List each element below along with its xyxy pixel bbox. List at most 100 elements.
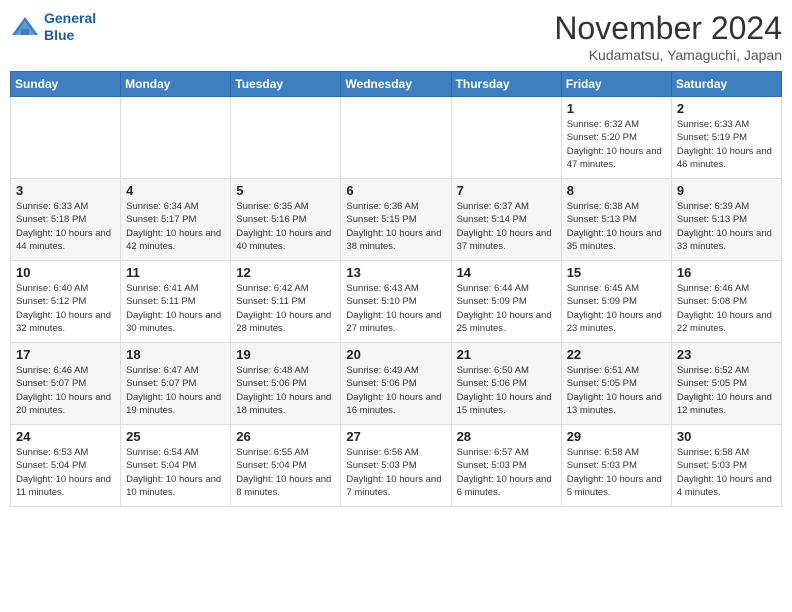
calendar-cell: 10Sunrise: 6:40 AM Sunset: 5:12 PM Dayli… xyxy=(11,261,121,343)
day-detail: Sunrise: 6:47 AM Sunset: 5:07 PM Dayligh… xyxy=(126,364,225,417)
calendar-cell: 11Sunrise: 6:41 AM Sunset: 5:11 PM Dayli… xyxy=(121,261,231,343)
day-detail: Sunrise: 6:35 AM Sunset: 5:16 PM Dayligh… xyxy=(236,200,335,253)
calendar-cell xyxy=(341,97,451,179)
day-detail: Sunrise: 6:38 AM Sunset: 5:13 PM Dayligh… xyxy=(567,200,666,253)
calendar-cell: 1 Sunrise: 6:32 AM Sunset: 5:20 PM Daylig… xyxy=(561,97,671,179)
day-detail: Sunrise: 6:49 AM Sunset: 5:06 PM Dayligh… xyxy=(346,364,445,417)
weekday-header: Sunday xyxy=(11,72,121,97)
day-number: 1 xyxy=(567,101,666,116)
day-detail: Sunrise: 6:36 AM Sunset: 5:15 PM Dayligh… xyxy=(346,200,445,253)
day-detail: Sunrise: 6:52 AM Sunset: 5:05 PM Dayligh… xyxy=(677,364,776,417)
calendar-cell: 12 Sunrise: 6:42 AM Sunset: 5:11 PM Dayli… xyxy=(231,261,341,343)
day-detail: Sunrise: 6:41 AM Sunset: 5:11 PM Dayligh… xyxy=(126,282,225,335)
day-number: 5 xyxy=(236,183,335,198)
day-number: 15 xyxy=(567,265,666,280)
calendar-cell: 18 Sunrise: 6:47 AM Sunset: 5:07 PM Dayli… xyxy=(121,343,231,425)
calendar-cell: 28 Sunrise: 6:57 AM Sunset: 5:03 PM Dayli… xyxy=(451,425,561,507)
day-detail: Sunrise: 6:46 AM Sunset: 5:07 PM Dayligh… xyxy=(16,364,115,417)
day-detail: Sunrise: 6:37 AM Sunset: 5:14 PM Dayligh… xyxy=(457,200,556,253)
day-number: 6 xyxy=(346,183,445,198)
calendar-cell: 16 Sunrise: 6:46 AM Sunset: 5:08 PM Dayli… xyxy=(671,261,781,343)
day-number: 16 xyxy=(677,265,776,280)
day-detail: Sunrise: 6:33 AM Sunset: 5:18 PM Dayligh… xyxy=(16,200,115,253)
day-number: 21 xyxy=(457,347,556,362)
weekday-header: Friday xyxy=(561,72,671,97)
day-number: 2 xyxy=(677,101,776,116)
calendar-cell: 20 Sunrise: 6:49 AM Sunset: 5:06 PM Dayli… xyxy=(341,343,451,425)
weekday-header: Thursday xyxy=(451,72,561,97)
calendar-cell: 23 Sunrise: 6:52 AM Sunset: 5:05 PM Dayli… xyxy=(671,343,781,425)
calendar-cell: 8 Sunrise: 6:38 AM Sunset: 5:13 PM Daylig… xyxy=(561,179,671,261)
calendar-cell: 29 Sunrise: 6:58 AM Sunset: 5:03 PM Dayli… xyxy=(561,425,671,507)
day-detail: Sunrise: 6:57 AM Sunset: 5:03 PM Dayligh… xyxy=(457,446,556,499)
day-detail: Sunrise: 6:34 AM Sunset: 5:17 PM Dayligh… xyxy=(126,200,225,253)
day-detail: Sunrise: 6:58 AM Sunset: 5:03 PM Dayligh… xyxy=(567,446,666,499)
calendar-cell: 21Sunrise: 6:50 AM Sunset: 5:06 PM Dayli… xyxy=(451,343,561,425)
calendar-table: SundayMondayTuesdayWednesdayThursdayFrid… xyxy=(10,71,782,507)
calendar-cell: 25 Sunrise: 6:54 AM Sunset: 5:04 PM Dayli… xyxy=(121,425,231,507)
day-detail: Sunrise: 6:33 AM Sunset: 5:19 PM Dayligh… xyxy=(677,118,776,171)
day-number: 24 xyxy=(16,429,115,444)
calendar-cell: 6 Sunrise: 6:36 AM Sunset: 5:15 PM Daylig… xyxy=(341,179,451,261)
day-number: 17 xyxy=(16,347,115,362)
calendar-cell: 9 Sunrise: 6:39 AM Sunset: 5:13 PM Daylig… xyxy=(671,179,781,261)
location: Kudamatsu, Yamaguchi, Japan xyxy=(554,47,782,63)
calendar-cell: 4 Sunrise: 6:34 AM Sunset: 5:17 PM Daylig… xyxy=(121,179,231,261)
day-detail: Sunrise: 6:53 AM Sunset: 5:04 PM Dayligh… xyxy=(16,446,115,499)
day-number: 29 xyxy=(567,429,666,444)
day-detail: Sunrise: 6:46 AM Sunset: 5:08 PM Dayligh… xyxy=(677,282,776,335)
day-number: 28 xyxy=(457,429,556,444)
day-number: 25 xyxy=(126,429,225,444)
weekday-header: Saturday xyxy=(671,72,781,97)
day-detail: Sunrise: 6:48 AM Sunset: 5:06 PM Dayligh… xyxy=(236,364,335,417)
page-header: General Blue November 2024 Kudamatsu, Ya… xyxy=(10,10,782,63)
day-number: 30 xyxy=(677,429,776,444)
calendar-cell: 22Sunrise: 6:51 AM Sunset: 5:05 PM Dayli… xyxy=(561,343,671,425)
day-number: 8 xyxy=(567,183,666,198)
day-number: 14 xyxy=(457,265,556,280)
day-detail: Sunrise: 6:55 AM Sunset: 5:04 PM Dayligh… xyxy=(236,446,335,499)
day-number: 12 xyxy=(236,265,335,280)
day-number: 13 xyxy=(346,265,445,280)
day-detail: Sunrise: 6:44 AM Sunset: 5:09 PM Dayligh… xyxy=(457,282,556,335)
calendar-cell: 27Sunrise: 6:56 AM Sunset: 5:03 PM Dayli… xyxy=(341,425,451,507)
day-detail: Sunrise: 6:56 AM Sunset: 5:03 PM Dayligh… xyxy=(346,446,445,499)
calendar-cell: 7 Sunrise: 6:37 AM Sunset: 5:14 PM Daylig… xyxy=(451,179,561,261)
weekday-header: Monday xyxy=(121,72,231,97)
calendar-cell: 26 Sunrise: 6:55 AM Sunset: 5:04 PM Dayli… xyxy=(231,425,341,507)
logo-icon xyxy=(10,15,40,39)
weekday-header: Tuesday xyxy=(231,72,341,97)
day-number: 20 xyxy=(346,347,445,362)
day-number: 7 xyxy=(457,183,556,198)
day-detail: Sunrise: 6:43 AM Sunset: 5:10 PM Dayligh… xyxy=(346,282,445,335)
day-detail: Sunrise: 6:51 AM Sunset: 5:05 PM Dayligh… xyxy=(567,364,666,417)
logo: General Blue xyxy=(10,10,96,44)
calendar-cell: 2 Sunrise: 6:33 AM Sunset: 5:19 PM Daylig… xyxy=(671,97,781,179)
calendar-cell: 3 Sunrise: 6:33 AM Sunset: 5:18 PM Daylig… xyxy=(11,179,121,261)
calendar-cell: 13 Sunrise: 6:43 AM Sunset: 5:10 PM Dayli… xyxy=(341,261,451,343)
calendar-cell: 5 Sunrise: 6:35 AM Sunset: 5:16 PM Daylig… xyxy=(231,179,341,261)
day-detail: Sunrise: 6:39 AM Sunset: 5:13 PM Dayligh… xyxy=(677,200,776,253)
day-number: 9 xyxy=(677,183,776,198)
calendar-cell: 15 Sunrise: 6:45 AM Sunset: 5:09 PM Dayli… xyxy=(561,261,671,343)
day-detail: Sunrise: 6:58 AM Sunset: 5:03 PM Dayligh… xyxy=(677,446,776,499)
day-number: 26 xyxy=(236,429,335,444)
day-number: 19 xyxy=(236,347,335,362)
calendar-cell xyxy=(121,97,231,179)
calendar-cell: 17 Sunrise: 6:46 AM Sunset: 5:07 PM Dayli… xyxy=(11,343,121,425)
calendar-cell: 19 Sunrise: 6:48 AM Sunset: 5:06 PM Dayli… xyxy=(231,343,341,425)
day-number: 4 xyxy=(126,183,225,198)
day-number: 3 xyxy=(16,183,115,198)
day-detail: Sunrise: 6:45 AM Sunset: 5:09 PM Dayligh… xyxy=(567,282,666,335)
calendar-cell xyxy=(451,97,561,179)
day-detail: Sunrise: 6:32 AM Sunset: 5:20 PM Dayligh… xyxy=(567,118,666,171)
day-detail: Sunrise: 6:42 AM Sunset: 5:11 PM Dayligh… xyxy=(236,282,335,335)
day-number: 10 xyxy=(16,265,115,280)
day-detail: Sunrise: 6:54 AM Sunset: 5:04 PM Dayligh… xyxy=(126,446,225,499)
day-number: 18 xyxy=(126,347,225,362)
calendar-cell xyxy=(11,97,121,179)
day-number: 23 xyxy=(677,347,776,362)
logo-text: General Blue xyxy=(44,10,96,44)
title-block: November 2024 Kudamatsu, Yamaguchi, Japa… xyxy=(554,10,782,63)
weekday-header: Wednesday xyxy=(341,72,451,97)
